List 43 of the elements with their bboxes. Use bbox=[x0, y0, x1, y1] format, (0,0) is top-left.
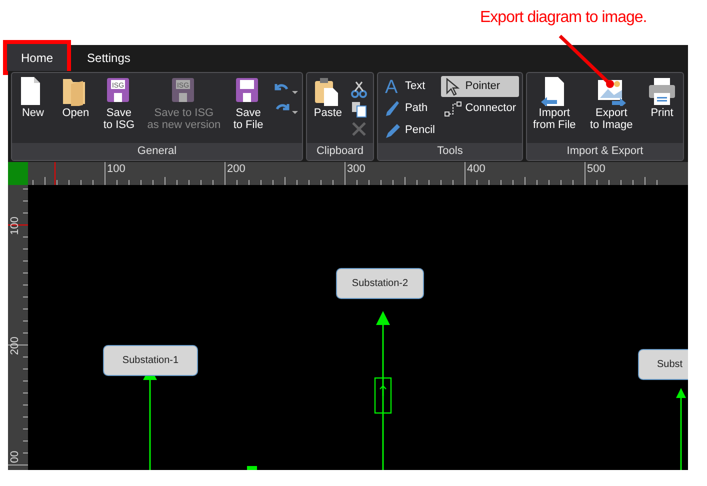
group-label: General bbox=[12, 143, 302, 160]
diagram-node[interactable]: Substation-1 bbox=[103, 345, 198, 376]
brush-icon bbox=[384, 100, 402, 118]
annotation-text: Export diagram to image. bbox=[480, 8, 647, 28]
connector-stub bbox=[247, 466, 257, 470]
ribbon-button[interactable]: Save to File bbox=[230, 76, 266, 131]
delete-icon bbox=[350, 120, 368, 138]
tool-button[interactable]: A Text bbox=[381, 76, 438, 97]
copy-icon bbox=[350, 100, 368, 118]
group-label: Import & Export bbox=[527, 143, 683, 160]
tool-button[interactable]: Path bbox=[381, 98, 438, 119]
tab[interactable]: Settings bbox=[71, 45, 146, 71]
tool-button[interactable]: Pointer bbox=[441, 76, 519, 97]
tool-button[interactable]: Pencil bbox=[381, 120, 438, 141]
ribbon-button[interactable]: New bbox=[15, 76, 51, 119]
diagram-node[interactable]: Substation-2 bbox=[336, 268, 424, 299]
ruler-label: 200 bbox=[227, 163, 246, 176]
tool-button[interactable]: Connector bbox=[441, 98, 519, 119]
ruler-label: 400 bbox=[467, 163, 486, 176]
pencil-icon bbox=[384, 122, 402, 140]
ruler-label: 100 bbox=[107, 163, 126, 176]
switch-symbol bbox=[374, 377, 392, 414]
ruler-label: 300 bbox=[347, 163, 366, 176]
group-label: Tools bbox=[378, 143, 522, 160]
annotation-arrow bbox=[558, 34, 614, 88]
ribbon-button[interactable]: Open bbox=[58, 76, 94, 119]
printer-icon bbox=[647, 76, 677, 106]
ruler-label: 500 bbox=[587, 163, 606, 176]
connector-icon bbox=[444, 100, 462, 118]
tab[interactable]: Home bbox=[3, 40, 72, 75]
diagram-node[interactable]: Subst bbox=[638, 349, 688, 380]
scissors-icon bbox=[350, 80, 368, 98]
ruler-label: 00 bbox=[9, 450, 22, 463]
ruler-label: 200 bbox=[9, 336, 22, 355]
letter-icon: A bbox=[384, 78, 402, 96]
ribbon-button[interactable]: Print bbox=[644, 76, 680, 119]
ribbon-button[interactable]: Export to Image bbox=[586, 76, 636, 131]
ruler-corner bbox=[8, 162, 28, 185]
ribbon-button[interactable]: Import from File bbox=[530, 76, 579, 131]
group-label: Clipboard bbox=[307, 143, 373, 160]
ruler-label: 100 bbox=[9, 216, 22, 235]
ribbon-button[interactable]: Paste bbox=[310, 76, 346, 119]
pointer-icon bbox=[444, 78, 462, 96]
